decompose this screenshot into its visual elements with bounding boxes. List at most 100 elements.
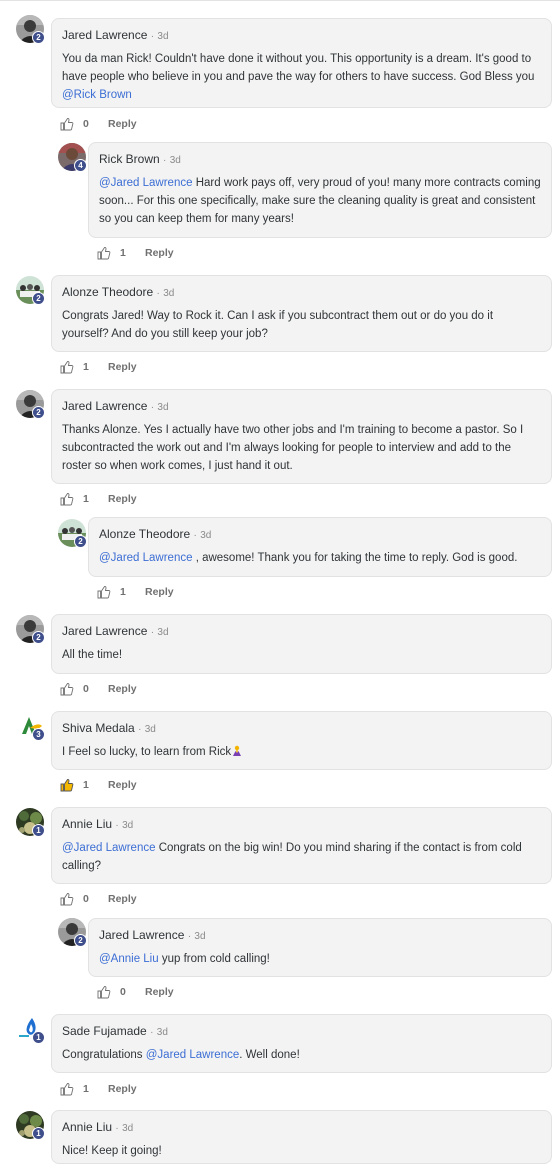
timestamp[interactable]: 3d [122, 820, 133, 831]
level-badge: 1 [32, 1031, 45, 1044]
mention-link[interactable]: @Jared Lawrence [99, 552, 193, 564]
timestamp[interactable]: 3d [194, 931, 205, 942]
mention-link[interactable]: @Annie Liu [99, 953, 159, 965]
comment-bubble: Jared Lawrence · 3d Thanks Alonze. Yes I … [51, 389, 552, 484]
comment-header: Jared Lawrence · 3d [62, 623, 541, 641]
comment-text-part: , awesome! Thank you for taking the time… [192, 552, 518, 564]
like-count: 1 [83, 361, 89, 373]
thumbs-up-icon[interactable] [60, 682, 74, 696]
timestamp[interactable]: 3d [170, 155, 181, 166]
comment-text: I Feel so lucky, to learn from Rick [62, 743, 541, 761]
comment-text-part: All the time! [62, 649, 123, 661]
like-count: 1 [120, 247, 126, 259]
level-badge: 2 [32, 631, 45, 644]
separator-dot: · [193, 530, 197, 541]
author-name[interactable]: Jared Lawrence [62, 28, 147, 42]
like-count: 1 [83, 779, 89, 791]
comment-bubble: Alonze Theodore · 3d Congrats Jared! Way … [51, 275, 552, 352]
level-badge: 2 [74, 535, 87, 548]
reply-button[interactable]: Reply [145, 586, 174, 598]
level-badge: 3 [32, 728, 45, 741]
timestamp[interactable]: 3d [145, 724, 156, 735]
comment-bubble: Jared Lawrence · 3d @Annie Liu yup from c… [88, 918, 552, 977]
author-name[interactable]: Jared Lawrence [62, 624, 147, 638]
author-name[interactable]: Shiva Medala [62, 721, 135, 735]
comment-header: Sade Fujamade · 3d [62, 1023, 541, 1041]
comment-text: You da man Rick! Couldn't have done it w… [62, 50, 541, 104]
reply-button[interactable]: Reply [108, 1083, 137, 1095]
comment-actions: 1 Reply [97, 584, 174, 600]
reply-button[interactable]: Reply [108, 893, 137, 905]
level-badge: 2 [74, 934, 87, 947]
timestamp[interactable]: 3d [157, 402, 168, 413]
timestamp[interactable]: 3d [157, 31, 168, 42]
comment-bubble: Alonze Theodore · 3d @Jared Lawrence , aw… [88, 517, 552, 577]
like-count: 0 [83, 118, 89, 130]
mention-link[interactable]: @Jared Lawrence [62, 842, 156, 854]
timestamp[interactable]: 3d [163, 288, 174, 299]
comment-bubble: Annie Liu · 3d @Jared Lawrence Congrats o… [51, 807, 552, 884]
like-count: 0 [120, 986, 126, 998]
top-divider [0, 0, 560, 1]
comment-header: Rick Brown · 3d [99, 151, 541, 169]
reply-button[interactable]: Reply [108, 361, 137, 373]
author-name[interactable]: Sade Fujamade [62, 1024, 147, 1038]
comment-bubble: Sade Fujamade · 3d Congratulations @Jared… [51, 1014, 552, 1073]
reply-button[interactable]: Reply [145, 247, 174, 259]
thumbs-up-icon[interactable] [97, 985, 111, 999]
comment-bubble: Shiva Medala · 3d I Feel so lucky, to lea… [51, 711, 552, 770]
thumbs-up-icon[interactable] [60, 892, 74, 906]
like-count: 1 [83, 1083, 89, 1095]
like-count: 1 [120, 586, 126, 598]
mention-link[interactable]: @Jared Lawrence [146, 1049, 240, 1061]
comment-text-part: yup from cold calling! [158, 953, 270, 965]
comment-text: @Jared Lawrence Congrats on the big win!… [62, 839, 541, 875]
separator-dot: · [156, 288, 160, 299]
comment-actions: 1 Reply [60, 1081, 137, 1097]
comment-text: Congrats Jared! Way to Rock it. Can I as… [62, 307, 541, 343]
thumbs-up-icon[interactable] [60, 492, 74, 506]
comment-bubble: Jared Lawrence · 3d All the time! [51, 614, 552, 674]
level-badge: 4 [74, 159, 87, 172]
thumbs-up-filled-icon[interactable] [60, 778, 74, 792]
comment-text-part: Thanks Alonze. Yes I actually have two o… [62, 424, 524, 472]
reply-button[interactable]: Reply [108, 118, 137, 130]
thumbs-up-icon[interactable] [60, 1082, 74, 1096]
mention-link[interactable]: @Jared Lawrence [99, 177, 193, 189]
timestamp[interactable]: 3d [157, 1027, 168, 1038]
author-name[interactable]: Jared Lawrence [99, 928, 184, 942]
comment-text-part: Congrats Jared! Way to Rock it. Can I as… [62, 310, 494, 340]
comment-bubble: Rick Brown · 3d @Jared Lawrence Hard work… [88, 142, 552, 238]
like-count: 0 [83, 683, 89, 695]
author-name[interactable]: Alonze Theodore [62, 285, 153, 299]
separator-dot: · [115, 820, 119, 831]
comment-actions: 0 Reply [60, 116, 137, 132]
thumbs-up-icon[interactable] [60, 360, 74, 374]
reply-button[interactable]: Reply [108, 493, 137, 505]
comment-header: Alonze Theodore · 3d [99, 526, 541, 544]
timestamp[interactable]: 3d [157, 627, 168, 638]
author-name[interactable]: Jared Lawrence [62, 399, 147, 413]
timestamp[interactable]: 3d [200, 530, 211, 541]
comment-text-part: Nice! Keep it going! [62, 1145, 162, 1157]
timestamp[interactable]: 3d [122, 1123, 133, 1134]
author-name[interactable]: Annie Liu [62, 817, 112, 831]
comment-header: Jared Lawrence · 3d [99, 927, 541, 945]
reply-button[interactable]: Reply [108, 683, 137, 695]
author-name[interactable]: Annie Liu [62, 1120, 112, 1134]
separator-dot: · [115, 1123, 119, 1134]
reply-button[interactable]: Reply [108, 779, 137, 791]
comment-text: @Jared Lawrence Hard work pays off, very… [99, 174, 541, 228]
comment-text-part: You da man Rick! Couldn't have done it w… [62, 53, 535, 83]
level-badge: 1 [32, 1127, 45, 1140]
mention-link[interactable]: @Rick Brown [62, 89, 132, 101]
author-name[interactable]: Rick Brown [99, 152, 160, 166]
author-name[interactable]: Alonze Theodore [99, 527, 190, 541]
thumbs-up-icon[interactable] [97, 246, 111, 260]
comment-actions: 1 Reply [60, 777, 137, 793]
thumbs-up-icon[interactable] [97, 585, 111, 599]
level-badge: 2 [32, 406, 45, 419]
reply-button[interactable]: Reply [145, 986, 174, 998]
comment-actions: 1 Reply [60, 491, 137, 507]
thumbs-up-icon[interactable] [60, 117, 74, 131]
